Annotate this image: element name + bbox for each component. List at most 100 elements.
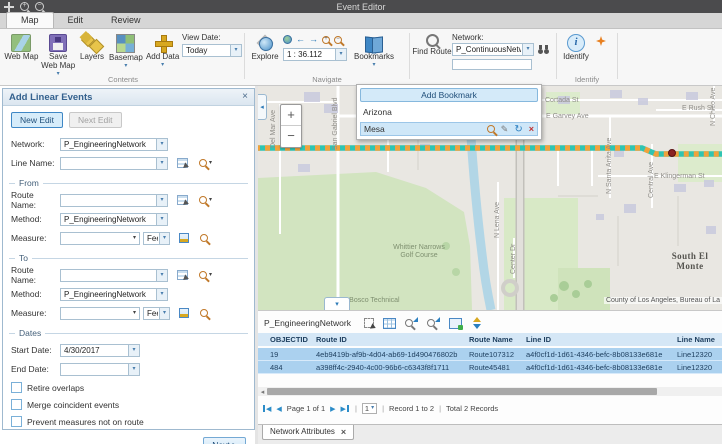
- attribute-table-icon[interactable]: [383, 318, 396, 329]
- zoom-to-icon[interactable]: ▾: [199, 271, 212, 279]
- bookmarks-button[interactable]: Bookmarks ▾: [349, 29, 399, 68]
- new-edit-button[interactable]: New Edit: [11, 112, 63, 128]
- last-page-button[interactable]: ▶: [341, 405, 350, 413]
- checkbox-prevent-measures-not-on-route[interactable]: Prevent measures not on route: [11, 416, 246, 427]
- collapse-table-icon[interactable]: ▾: [324, 297, 350, 310]
- chevron-down-icon[interactable]: ▾: [209, 198, 212, 203]
- save-web-map-button[interactable]: Save Web Map ▾: [41, 29, 76, 77]
- select-on-map-icon[interactable]: [177, 158, 188, 168]
- to-method-select[interactable]: P_EngineeringNetwork ▾: [60, 288, 168, 301]
- explore-button[interactable]: Explore: [247, 29, 283, 68]
- from-route-name-select[interactable]: ▾: [60, 194, 168, 207]
- binoculars-icon[interactable]: [537, 44, 551, 56]
- zoom-to-icon[interactable]: ▾: [199, 196, 212, 204]
- checkbox-box[interactable]: [11, 382, 22, 393]
- from-method-select[interactable]: P_EngineeringNetwork ▾: [60, 213, 168, 226]
- tab-map[interactable]: Map: [6, 12, 54, 28]
- checkbox-retire-overlaps[interactable]: Retire overlaps: [11, 382, 246, 393]
- add-data-button[interactable]: Add Data ▾: [145, 29, 180, 77]
- update-bookmark-icon[interactable]: ↻: [514, 125, 522, 134]
- checkbox-box[interactable]: [11, 399, 22, 410]
- next-button[interactable]: Next >: [203, 437, 246, 444]
- to-measure-unit-select[interactable]: Feet ▾: [143, 307, 170, 320]
- map-scale-select[interactable]: 1 : 36.112 ▾: [283, 48, 347, 61]
- first-page-button[interactable]: ◀: [262, 405, 271, 413]
- scroll-left-icon[interactable]: ◂: [258, 388, 267, 396]
- chevron-down-icon[interactable]: ▾: [160, 217, 163, 222]
- scrollbar-thumb[interactable]: [267, 388, 657, 395]
- tab-edit[interactable]: Edit: [54, 13, 98, 28]
- horizontal-scrollbar[interactable]: ◂: [258, 387, 722, 396]
- from-measure-unit-select[interactable]: Feet ▾: [143, 232, 170, 245]
- chevron-down-icon[interactable]: ▾: [160, 292, 163, 297]
- chevron-down-icon[interactable]: ▾: [124, 64, 127, 69]
- switch-selection-icon[interactable]: [449, 318, 462, 329]
- chevron-down-icon[interactable]: ▾: [209, 161, 212, 166]
- tab-network-attributes[interactable]: Network Attributes ×: [262, 425, 354, 440]
- to-measure-input[interactable]: ▾: [60, 307, 140, 320]
- column-header[interactable]: Line ID: [523, 333, 674, 347]
- column-header[interactable]: OBJECTID: [258, 333, 313, 347]
- zoom-in-icon[interactable]: +: [322, 36, 330, 44]
- chevron-down-icon[interactable]: ▾: [163, 236, 166, 241]
- zoom-to-selection-icon[interactable]: [405, 317, 418, 329]
- identify-button[interactable]: i Identify: [559, 29, 593, 62]
- close-icon[interactable]: ×: [242, 92, 248, 102]
- edit-bookmark-icon[interactable]: ✎: [501, 125, 509, 134]
- next-extent-icon[interactable]: →: [309, 35, 318, 44]
- close-icon[interactable]: ×: [341, 428, 346, 436]
- zoom-to-icon[interactable]: [200, 309, 208, 317]
- basemap-button[interactable]: Basemap ▾: [109, 29, 144, 77]
- zoom-to-icon[interactable]: [200, 234, 208, 242]
- checkbox-box[interactable]: [11, 416, 22, 427]
- start-date-input[interactable]: 4/30/2017 ▾: [60, 344, 140, 357]
- chevron-down-icon[interactable]: ▾: [133, 311, 136, 316]
- column-header[interactable]: Route Name: [466, 333, 523, 347]
- chevron-down-icon[interactable]: ▾: [160, 273, 163, 278]
- measure-on-map-icon[interactable]: [179, 233, 189, 243]
- network-select[interactable]: P_EngineeringNetwork ▾: [60, 138, 168, 151]
- map-zoom-in-button[interactable]: +: [281, 105, 301, 126]
- table-row[interactable]: 194eb9419b-af9b-4d04-ab69-1d490476802bRo…: [258, 347, 722, 361]
- checkbox-merge-coincident-events[interactable]: Merge coincident events: [11, 399, 246, 410]
- column-header[interactable]: Line Name: [674, 333, 722, 347]
- from-measure-input[interactable]: ▾: [60, 232, 140, 245]
- map-zoom-out-button[interactable]: −: [281, 126, 301, 147]
- pan-to-selection-icon[interactable]: [427, 317, 440, 329]
- chevron-down-icon[interactable]: ▾: [339, 52, 342, 57]
- zoom-to-bookmark-icon[interactable]: [487, 125, 495, 133]
- chevron-down-icon[interactable]: ▾: [526, 47, 529, 52]
- previous-extent-icon[interactable]: ←: [296, 35, 305, 44]
- chevron-down-icon[interactable]: ▾: [133, 236, 136, 241]
- chevron-down-icon[interactable]: ▾: [163, 311, 166, 316]
- delete-bookmark-icon[interactable]: ×: [529, 125, 534, 134]
- chevron-down-icon[interactable]: ▾: [235, 48, 238, 53]
- web-map-button[interactable]: Web Map: [4, 29, 39, 77]
- chevron-down-icon[interactable]: ▾: [209, 273, 212, 278]
- previous-page-button[interactable]: ◀: [276, 405, 281, 413]
- full-extent-icon[interactable]: [283, 35, 292, 44]
- chevron-down-icon[interactable]: ▾: [132, 348, 135, 353]
- chevron-down-icon[interactable]: ▾: [160, 161, 163, 166]
- bookmark-item-arizona[interactable]: Arizona: [360, 105, 538, 119]
- chevron-down-icon[interactable]: ▾: [371, 406, 374, 411]
- selection-options-icon[interactable]: [364, 318, 374, 328]
- tab-review[interactable]: Review: [97, 13, 155, 28]
- page-number-select[interactable]: 1 ▾: [362, 403, 377, 414]
- chevron-down-icon[interactable]: ▾: [132, 367, 135, 372]
- bookmark-item-mesa[interactable]: Mesa ✎ ↻ ×: [360, 122, 538, 136]
- end-date-input[interactable]: ▾: [60, 363, 140, 376]
- find-route-button[interactable]: Find Route: [412, 29, 452, 70]
- sort-icon[interactable]: [471, 317, 481, 329]
- add-bookmark-button[interactable]: Add Bookmark: [360, 88, 538, 102]
- next-page-button[interactable]: ▶: [330, 405, 335, 413]
- layers-button[interactable]: Layers: [78, 29, 107, 77]
- zoom-to-icon[interactable]: ▾: [199, 159, 212, 167]
- line-name-select[interactable]: ▾: [60, 157, 168, 170]
- select-on-map-icon[interactable]: [177, 195, 188, 205]
- chevron-down-icon[interactable]: ▾: [160, 198, 163, 203]
- chevron-down-icon[interactable]: ▾: [372, 63, 375, 68]
- identify-route-icon[interactable]: [596, 36, 606, 46]
- chevron-down-icon[interactable]: ▾: [160, 142, 163, 147]
- select-on-map-icon[interactable]: [177, 270, 188, 280]
